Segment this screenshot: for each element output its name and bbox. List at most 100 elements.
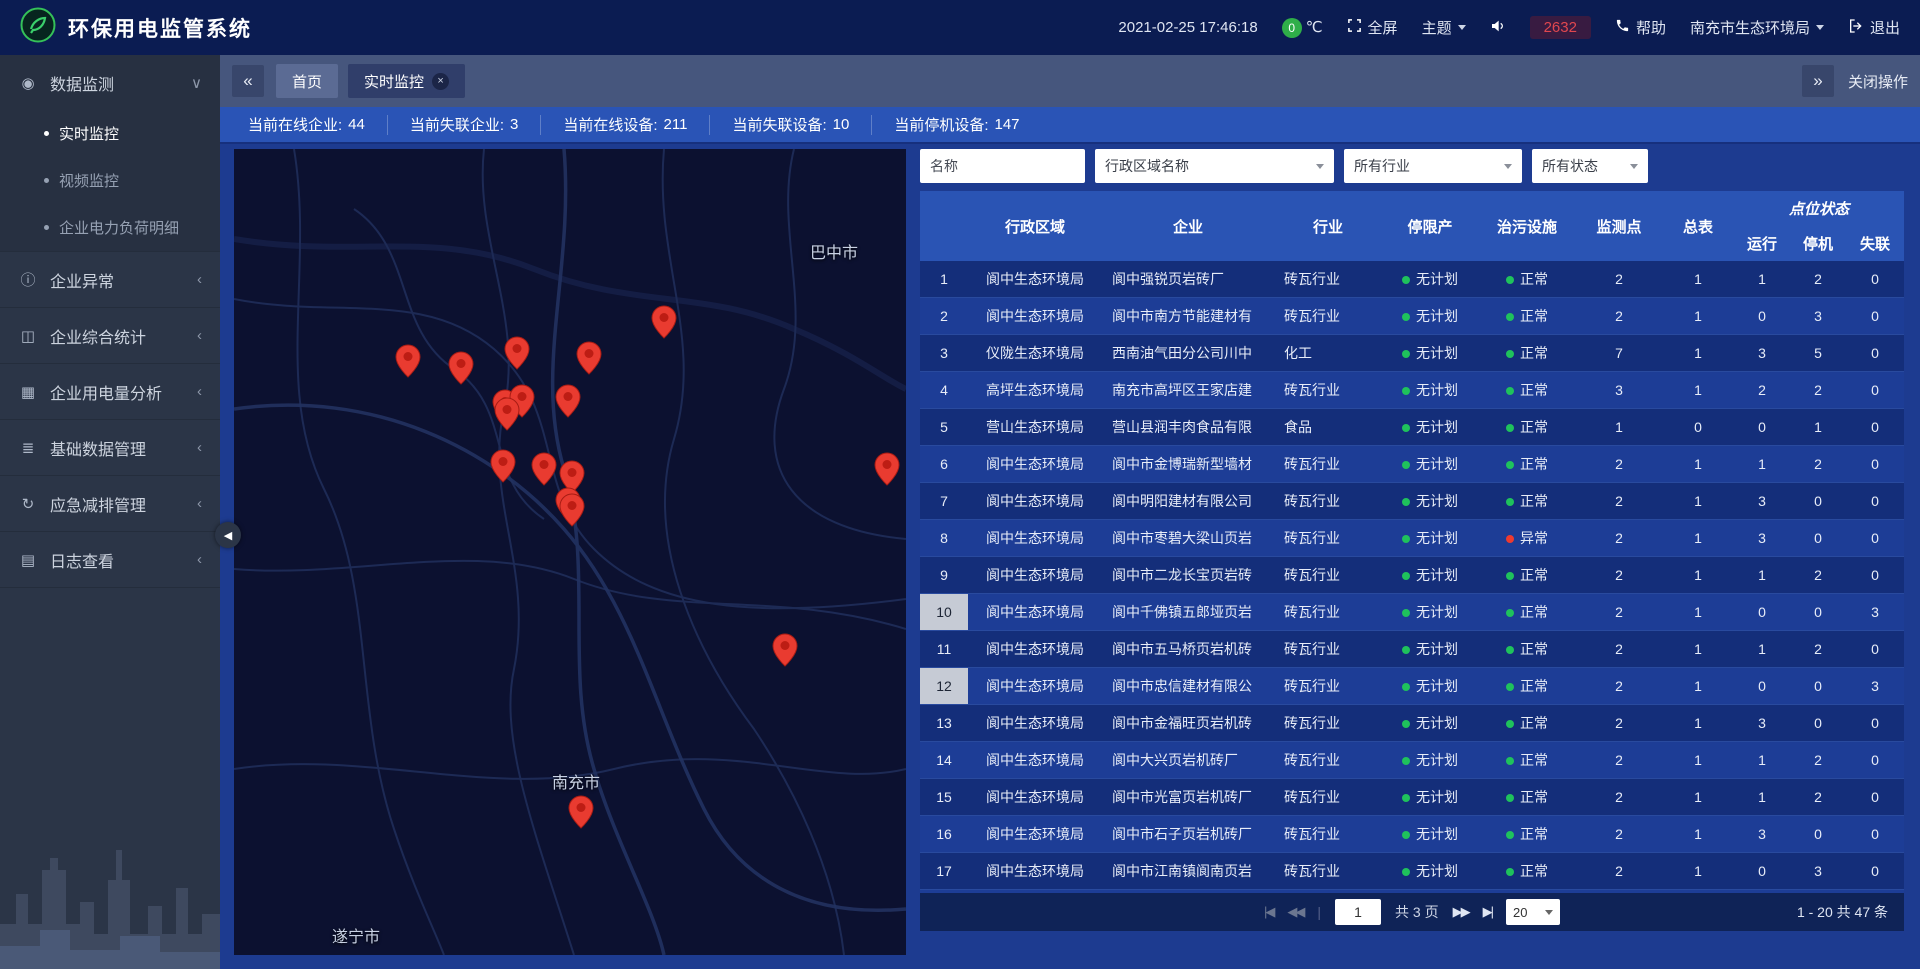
last-page-button[interactable]: ▶| — [1483, 904, 1492, 920]
status-filter-select[interactable]: 所有状态 — [1532, 149, 1648, 183]
region-filter-select[interactable]: 行政区域名称 — [1095, 149, 1334, 183]
table-row[interactable]: 4高坪生态环境局南充市高坪区王家店建砖瓦行业无计划正常31220 — [920, 372, 1904, 409]
cell-company: 阆中市光富页岩机砖厂 — [1102, 779, 1274, 816]
stat-label: 当前失联企业: — [410, 114, 504, 135]
table-row[interactable]: 13阆中生态环境局阆中市金福旺页岩机砖砖瓦行业无计划正常21300 — [920, 705, 1904, 742]
cell-lost: 0 — [1846, 446, 1904, 483]
sidebar-group[interactable]: ≣基础数据管理‹ — [0, 420, 220, 475]
status-dot — [1506, 498, 1514, 506]
sidebar-group[interactable]: ▦企业用电量分析‹ — [0, 364, 220, 419]
sidebar-group[interactable]: ↻应急减排管理‹ — [0, 476, 220, 531]
table-row[interactable]: 3仪陇生态环境局西南油气田分公司川中化工无计划正常71350 — [920, 335, 1904, 372]
page-size-select[interactable]: 20 — [1506, 899, 1560, 925]
cell-industry: 砖瓦行业 — [1274, 372, 1382, 409]
map-collapse-button[interactable]: ◀ — [215, 522, 241, 548]
cell-industry: 砖瓦行业 — [1274, 779, 1382, 816]
table-row[interactable]: 6阆中生态环境局阆中市金博瑞新型墙材砖瓦行业无计划正常21120 — [920, 446, 1904, 483]
cell-limit-plan: 无计划 — [1382, 631, 1478, 668]
cell-lost: 0 — [1846, 483, 1904, 520]
table-row[interactable]: 2阆中生态环境局阆中市南方节能建材有砖瓦行业无计划正常21030 — [920, 298, 1904, 335]
map-pin-icon[interactable] — [874, 452, 900, 486]
map-pin-icon[interactable] — [576, 341, 602, 375]
industry-filter-select[interactable]: 所有行业 — [1344, 149, 1522, 183]
map-panel[interactable]: 巴中市南充市遂宁市 — [234, 149, 906, 955]
sidebar-group[interactable]: ◫企业综合统计‹ — [0, 308, 220, 363]
tab[interactable]: 实时监控× — [348, 64, 465, 98]
status-dot — [1402, 350, 1410, 358]
cityscape-decoration — [0, 794, 220, 969]
first-page-button[interactable]: |◀ — [1264, 904, 1273, 920]
map-pin-icon[interactable] — [651, 305, 677, 339]
sidebar-group[interactable]: ⓘ企业异常‹ — [0, 252, 220, 307]
map-pin-icon[interactable] — [559, 493, 585, 527]
sidebar-group[interactable]: ◉数据监测∨ — [0, 55, 220, 110]
temperature-badge: 0 — [1282, 18, 1302, 38]
map-pin-icon[interactable] — [504, 336, 530, 370]
org-dropdown[interactable]: 南充市生态环境局 — [1690, 17, 1824, 38]
theme-dropdown[interactable]: 主题 — [1422, 17, 1466, 38]
sidebar-item[interactable]: 实时监控 — [0, 110, 220, 157]
table-row[interactable]: 10阆中生态环境局阆中千佛镇五郎垭页岩砖瓦行业无计划正常21003 — [920, 594, 1904, 631]
cell-facility: 正常 — [1478, 409, 1576, 446]
page-number-input[interactable] — [1335, 899, 1381, 925]
status-dot — [1506, 831, 1514, 839]
table-row[interactable]: 14阆中生态环境局阆中大兴页岩机砖厂砖瓦行业无计划正常21120 — [920, 742, 1904, 779]
chevron-left-icon: ‹ — [197, 495, 202, 512]
status-dot — [1506, 572, 1514, 580]
sidebar-group[interactable]: ▤日志查看‹ — [0, 532, 220, 587]
table-row[interactable]: 11阆中生态环境局阆中市五马桥页岩机砖砖瓦行业无计划正常21120 — [920, 631, 1904, 668]
map-pin-icon[interactable] — [395, 344, 421, 378]
map-pin-icon[interactable] — [448, 351, 474, 385]
cell-run: 3 — [1734, 483, 1790, 520]
close-operations-button[interactable]: 关闭操作 — [1848, 71, 1908, 92]
table-row[interactable]: 16阆中生态环境局阆中市石子页岩机砖厂砖瓦行业无计划正常21300 — [920, 816, 1904, 853]
sidebar-item[interactable]: 视频监控 — [0, 157, 220, 204]
next-page-button[interactable]: ▶▶ — [1453, 904, 1469, 920]
status-dot — [1402, 757, 1410, 765]
total-pages-label: 共 3 页 — [1395, 902, 1439, 922]
table-row[interactable]: 12阆中生态环境局阆中市忠信建材有限公砖瓦行业无计划正常21003 — [920, 668, 1904, 705]
exit-button[interactable]: 退出 — [1848, 17, 1900, 38]
prev-page-button[interactable]: ◀◀ — [1287, 904, 1303, 920]
status-dot — [1506, 313, 1514, 321]
table-row[interactable]: 7阆中生态环境局阆中明阳建材有限公司砖瓦行业无计划正常21300 — [920, 483, 1904, 520]
table-row[interactable]: 9阆中生态环境局阆中市二龙长宝页岩砖砖瓦行业无计划正常21120 — [920, 557, 1904, 594]
map-pin-icon[interactable] — [568, 795, 594, 829]
cell-region: 阆中生态环境局 — [968, 853, 1102, 890]
map-pin-icon[interactable] — [494, 397, 520, 431]
map-pin-icon[interactable] — [490, 449, 516, 483]
cell-stop: 2 — [1790, 261, 1846, 298]
chevron-left-icon: ‹ — [197, 383, 202, 400]
fullscreen-button[interactable]: 全屏 — [1347, 17, 1398, 38]
cell-lost: 0 — [1846, 631, 1904, 668]
help-button[interactable]: 帮助 — [1615, 17, 1666, 38]
cell-region: 阆中生态环境局 — [968, 483, 1102, 520]
alert-count-badge[interactable]: 2632 — [1530, 16, 1591, 39]
table-row[interactable]: 8阆中生态环境局阆中市枣碧大梁山页岩砖瓦行业无计划异常21300 — [920, 520, 1904, 557]
cell-run: 3 — [1734, 816, 1790, 853]
cell-industry: 砖瓦行业 — [1274, 483, 1382, 520]
status-dot — [1506, 868, 1514, 876]
table-row[interactable]: 17阆中生态环境局阆中市江南镇阆南页岩砖瓦行业无计划正常21030 — [920, 853, 1904, 890]
cell-lost: 0 — [1846, 409, 1904, 446]
map-city-label: 南充市 — [552, 769, 600, 793]
speaker-button[interactable] — [1490, 18, 1506, 38]
status-dot — [1402, 609, 1410, 617]
map-pin-icon[interactable] — [772, 633, 798, 667]
name-filter-input[interactable] — [920, 149, 1085, 183]
table-row[interactable]: 15阆中生态环境局阆中市光富页岩机砖厂砖瓦行业无计划正常21120 — [920, 779, 1904, 816]
sidebar-item[interactable]: 企业电力负荷明细 — [0, 204, 220, 251]
status-dot — [1402, 683, 1410, 691]
cell-total-meter: 1 — [1662, 853, 1734, 890]
tabs-scroll-left-button[interactable]: « — [232, 65, 264, 97]
tabs-scroll-right-button[interactable]: » — [1802, 65, 1834, 97]
table-header: 行政区域 企业 行业 停限产 治污设施 监测点 总表 点位状态 运行 停机 失联 — [920, 191, 1904, 261]
close-tab-icon[interactable]: × — [432, 73, 449, 90]
map-pin-icon[interactable] — [555, 384, 581, 418]
table-row[interactable]: 5营山生态环境局营山县润丰肉食品有限食品无计划正常10010 — [920, 409, 1904, 446]
map-pin-icon[interactable] — [531, 452, 557, 486]
table-row[interactable]: 1阆中生态环境局阆中强锐页岩砖厂砖瓦行业无计划正常21120 — [920, 261, 1904, 298]
stat-label: 当前在线企业: — [248, 114, 342, 135]
tab[interactable]: 首页 — [276, 64, 338, 98]
status-dot — [1506, 387, 1514, 395]
